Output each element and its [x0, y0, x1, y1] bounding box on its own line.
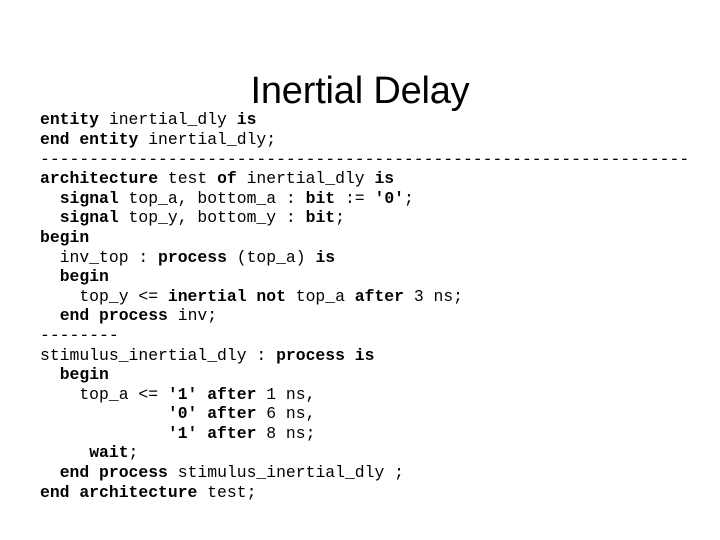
code-keyword: '1' after — [167, 384, 267, 404]
code-line: -------- — [40, 326, 712, 346]
code-keyword: after — [354, 286, 414, 306]
code-text: ; — [404, 188, 414, 208]
code-text: top_a, bottom_a : — [128, 188, 306, 208]
code-keyword: is — [315, 247, 336, 267]
code-keyword: begin — [59, 267, 109, 287]
code-keyword: inertial not — [167, 286, 296, 306]
code-keyword: signal — [59, 208, 129, 228]
code-keyword: is — [374, 169, 395, 189]
code-keyword: bit — [305, 188, 336, 208]
vhdl-code-block: entity inertial_dly is end entity inertia… — [40, 110, 712, 502]
code-line: '0' after 6 ns, — [40, 404, 712, 424]
code-line: inv_top : process (top_a) is — [40, 248, 712, 268]
code-keyword: end architecture — [40, 482, 208, 502]
code-keyword: architecture — [40, 169, 168, 189]
code-text: 8 ns; — [266, 423, 316, 443]
code-line: ----------------------------------------… — [40, 150, 712, 170]
code-text: inv; — [177, 306, 218, 326]
code-line: wait; — [40, 443, 712, 463]
code-text: test; — [207, 482, 257, 502]
code-line: begin — [40, 228, 712, 248]
code-line: end process inv; — [40, 306, 712, 326]
code-keyword: bit — [305, 208, 336, 228]
code-line: architecture test of inertial_dly is — [40, 169, 712, 189]
code-text: 6 ns, — [266, 404, 316, 424]
code-keyword: of — [217, 169, 247, 189]
code-keyword: wait — [89, 443, 129, 463]
code-line: stimulus_inertial_dly : process is — [40, 346, 712, 366]
code-keyword: '1' after — [167, 423, 267, 443]
code-keyword: end entity — [40, 129, 149, 149]
code-line: signal top_a, bottom_a : bit := '0'; — [40, 189, 712, 209]
code-text: stimulus_inertial_dly : — [40, 345, 277, 365]
code-keyword: end process — [59, 463, 178, 483]
code-keyword: entity — [40, 110, 109, 130]
code-text: inertial_dly — [108, 110, 237, 130]
code-line: signal top_y, bottom_y : bit; — [40, 208, 712, 228]
code-text: ----------------------------------------… — [40, 149, 690, 169]
code-keyword: process is — [276, 345, 375, 365]
code-line: '1' after 8 ns; — [40, 424, 712, 444]
code-keyword: signal — [59, 188, 129, 208]
code-line: begin — [40, 365, 712, 385]
code-text: top_a <= — [40, 384, 168, 404]
code-text: (top_a) — [236, 247, 316, 267]
code-keyword: '0' — [374, 188, 404, 208]
code-text: top_a — [295, 286, 355, 306]
code-text: inertial_dly; — [148, 129, 277, 149]
code-keyword: begin — [40, 227, 90, 247]
code-text: ; — [128, 443, 139, 463]
code-keyword: begin — [59, 365, 109, 385]
code-keyword: end process — [59, 306, 178, 326]
code-keyword: process — [158, 247, 237, 267]
code-text: 3 ns; — [413, 286, 463, 306]
code-line: top_y <= inertial not top_a after 3 ns; — [40, 287, 712, 307]
code-text: inertial_dly — [246, 169, 375, 189]
code-text: := — [335, 188, 375, 208]
code-line: end process stimulus_inertial_dly ; — [40, 463, 712, 483]
code-keyword: '0' after — [167, 404, 267, 424]
code-text: ; — [335, 208, 345, 228]
code-text: test — [167, 169, 218, 189]
slide-canvas: Inertial Delay entity inertial_dly is end… — [0, 0, 720, 540]
code-line: end architecture test; — [40, 483, 712, 503]
code-text: stimulus_inertial_dly ; — [177, 463, 404, 483]
code-text: top_y <= — [40, 286, 168, 306]
code-line: top_a <= '1' after 1 ns, — [40, 385, 712, 405]
code-text: inv_top : — [40, 247, 159, 267]
code-line: end entity inertial_dly; — [40, 130, 712, 150]
code-text: -------- — [40, 325, 119, 345]
code-keyword: is — [236, 110, 257, 130]
code-line: begin — [40, 267, 712, 287]
code-text: 1 ns, — [266, 384, 316, 404]
page-title: Inertial Delay — [250, 70, 470, 113]
code-text: top_y, bottom_y : — [128, 208, 306, 228]
code-line: entity inertial_dly is — [40, 110, 712, 130]
